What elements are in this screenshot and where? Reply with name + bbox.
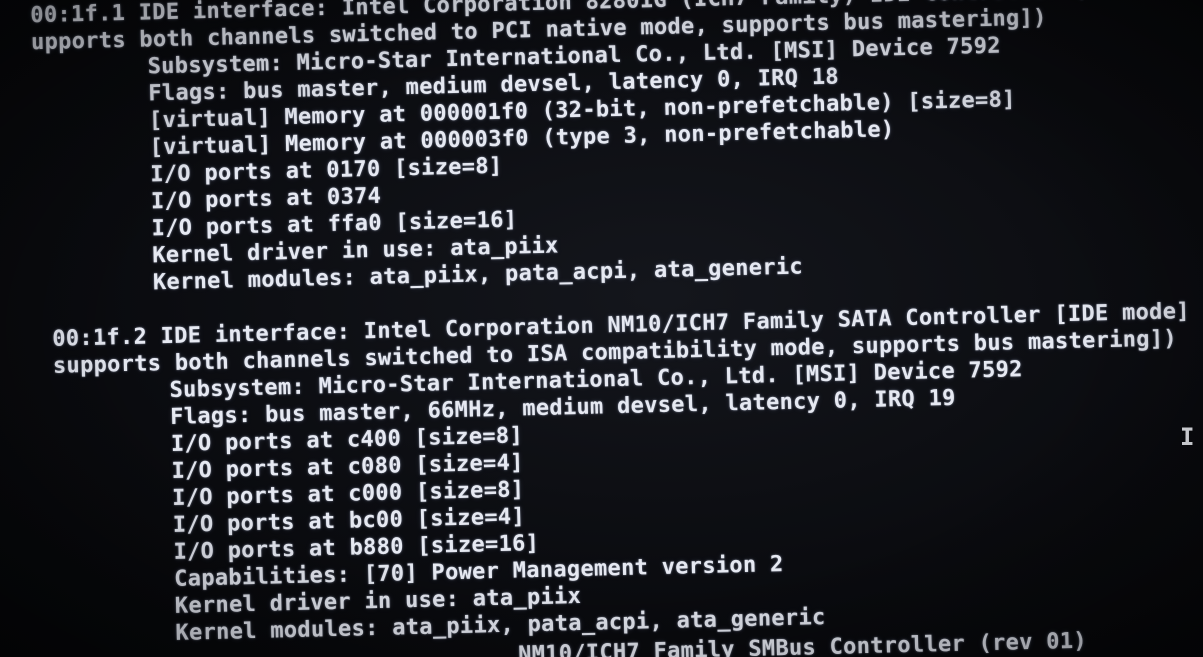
terminal-output: 00:1f.1 IDE interface: Intel Corporation…	[0, 0, 1203, 657]
text-cursor-icon: I	[1180, 423, 1195, 451]
terminal-screen: 00:1f.1 IDE interface: Intel Corporation…	[0, 0, 1203, 657]
